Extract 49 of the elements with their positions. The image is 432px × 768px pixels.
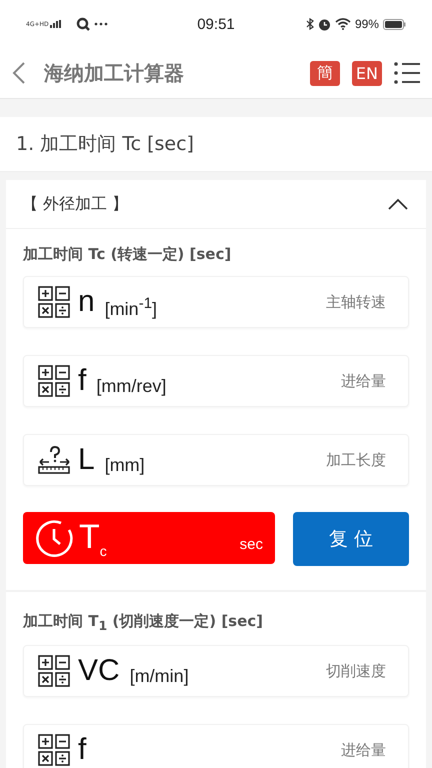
result-symbol: T$_{c}$ — [79, 518, 108, 558]
unit-label: [m/min] — [130, 666, 189, 686]
value-input[interactable]: 切削速度 — [188, 661, 388, 681]
more-icon — [94, 22, 108, 26]
calculator-icon — [38, 365, 70, 397]
input-field[interactable]: L [mm] 加工长度 — [23, 434, 409, 486]
menu-icon — [394, 61, 420, 85]
signal-icon — [50, 20, 62, 28]
value-input[interactable]: 主轴转速 — [157, 292, 388, 312]
variable-symbol: VC — [78, 654, 120, 688]
timer-icon — [35, 519, 73, 557]
app-title: 海纳加工计算器 — [44, 60, 185, 86]
input-field[interactable]: n [min$^{-1}$] 主轴转速 — [23, 276, 409, 328]
calculator-icon — [38, 655, 70, 687]
menu-button[interactable] — [394, 61, 420, 85]
reset-button[interactable]: 复 位 — [293, 512, 409, 566]
search-app-icon — [76, 17, 90, 31]
clock-time: 09:51 — [197, 16, 235, 32]
alarm-icon — [318, 18, 331, 30]
bluetooth-icon — [306, 18, 314, 30]
back-icon — [12, 61, 26, 85]
unit-label: [mm] — [104, 454, 145, 476]
language-button[interactable]: EN — [352, 60, 382, 86]
group-title: 加工时间 T$_{1}$ (切削速度一定) [sec] — [23, 612, 264, 633]
variable-symbol: L — [78, 443, 95, 477]
section-title: 1. 加工时间 Tc [sec] — [16, 132, 194, 157]
input-field[interactable]: f 进给量 — [23, 724, 409, 768]
back-button[interactable] — [12, 61, 26, 85]
input-field[interactable]: VC [m/min] 切削速度 — [23, 645, 409, 697]
wifi-icon — [334, 18, 351, 30]
input-field[interactable]: f [mm/rev] 进给量 — [23, 355, 409, 407]
panel-header[interactable]: 【 外径加工 】 — [6, 180, 426, 229]
battery-label: 99% — [354, 17, 379, 31]
ruler-icon — [38, 446, 70, 474]
value-input[interactable]: 加工长度 — [144, 450, 388, 470]
unit-label: [min$^{-1}$] — [104, 294, 158, 320]
variable-symbol: n — [78, 285, 95, 319]
calculator-icon — [38, 734, 70, 766]
value-input[interactable]: 进给量 — [166, 371, 388, 391]
language-button[interactable]: 簡 — [310, 60, 340, 86]
result-unit: sec — [240, 536, 263, 552]
unit-label: [mm/rev] — [96, 376, 166, 396]
battery-icon — [382, 18, 406, 30]
panel-title: 【 外径加工 】 — [22, 194, 128, 214]
calculator-icon — [38, 286, 70, 318]
variable-symbol: f — [78, 733, 86, 767]
variable-symbol: f — [78, 364, 86, 398]
group-title: 加工时间 Tc (转速一定) [sec] — [23, 245, 232, 264]
value-input[interactable]: 进给量 — [86, 740, 388, 760]
